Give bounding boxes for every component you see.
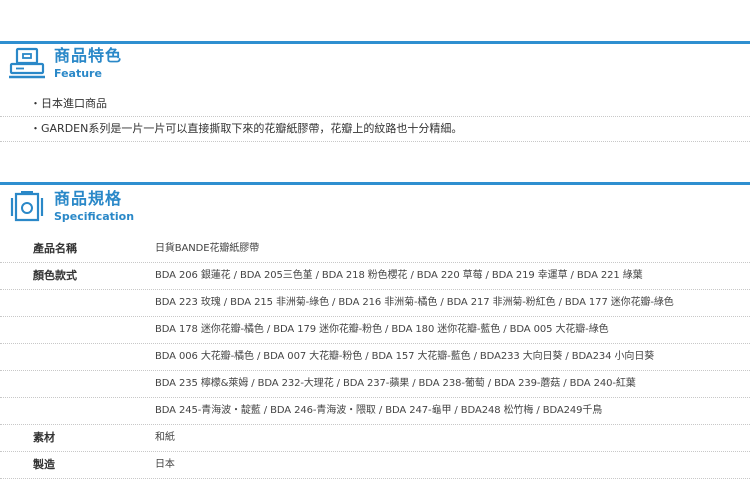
feature-top-divider: [0, 41, 750, 44]
spec-value: BDA 006 大花瓣-橘色 / BDA 007 大花瓣-粉色 / BDA 15…: [155, 351, 655, 362]
spec-value: BDA 206 銀蓮花 / BDA 205三色堇 / BDA 218 粉色櫻花 …: [155, 270, 643, 281]
spec-row: BDA 223 玫瑰 / BDA 215 非洲菊-綠色 / BDA 216 非洲…: [0, 290, 750, 317]
spec-label: 產品名稱: [33, 242, 77, 255]
spec-row: 產品名稱 日貨BANDE花瓣紙膠帶: [0, 236, 750, 263]
feature-subtitle: Feature: [54, 67, 102, 80]
spec-row: BDA 245-青海波・靛藍 / BDA 246-青海波・隈取 / BDA 24…: [0, 398, 750, 425]
spec-row: 顏色款式 BDA 206 銀蓮花 / BDA 205三色堇 / BDA 218 …: [0, 263, 750, 290]
spec-value: 和紙: [155, 432, 175, 443]
spec-row: 素材 和紙: [0, 425, 750, 452]
spec-row: BDA 235 檸檬&萊姆 / BDA 232-大理花 / BDA 237-蘋果…: [0, 371, 750, 398]
spec-row: 製造 日本: [0, 452, 750, 479]
feature-header: 商品特色 Feature: [8, 47, 122, 81]
spec-label: 素材: [33, 431, 55, 444]
spec-value: BDA 245-青海波・靛藍 / BDA 246-青海波・隈取 / BDA 24…: [155, 405, 603, 416]
spec-table: 產品名稱 日貨BANDE花瓣紙膠帶 顏色款式 BDA 206 銀蓮花 / BDA…: [0, 236, 750, 479]
camera-icon: [10, 191, 44, 222]
spec-value: 日貨BANDE花瓣紙膠帶: [155, 243, 260, 254]
spec-row: BDA 178 迷你花瓣-橘色 / BDA 179 迷你花瓣-粉色 / BDA …: [0, 317, 750, 344]
spec-label: [0, 371, 112, 397]
spec-header: 商品規格 Specification: [8, 190, 134, 224]
spec-value: BDA 178 迷你花瓣-橘色 / BDA 179 迷你花瓣-粉色 / BDA …: [155, 324, 609, 335]
spec-label: [0, 290, 112, 316]
feature-item: ・日本進口商品: [0, 92, 750, 117]
feature-item: ・GARDEN系列是一片一片可以直接撕取下來的花瓣紙膠帶，花瓣上的紋路也十分精細…: [0, 117, 750, 142]
spec-label: [0, 317, 112, 343]
spec-value: BDA 223 玫瑰 / BDA 215 非洲菊-綠色 / BDA 216 非洲…: [155, 297, 674, 308]
spec-label: [0, 398, 112, 424]
spec-top-divider: [0, 182, 750, 185]
spec-label: [0, 344, 112, 370]
spec-value: 日本: [155, 459, 175, 470]
spec-title: 商品規格: [54, 189, 123, 208]
register-icon: [9, 47, 45, 79]
spec-value: BDA 235 檸檬&萊姆 / BDA 232-大理花 / BDA 237-蘋果…: [155, 378, 636, 389]
spec-label: 顏色款式: [33, 269, 77, 282]
spec-subtitle: Specification: [54, 210, 135, 223]
spec-label: 製造: [33, 458, 55, 471]
feature-list: ・日本進口商品 ・GARDEN系列是一片一片可以直接撕取下來的花瓣紙膠帶，花瓣上…: [0, 92, 750, 142]
spec-row: BDA 006 大花瓣-橘色 / BDA 007 大花瓣-粉色 / BDA 15…: [0, 344, 750, 371]
feature-title: 商品特色: [54, 46, 123, 65]
